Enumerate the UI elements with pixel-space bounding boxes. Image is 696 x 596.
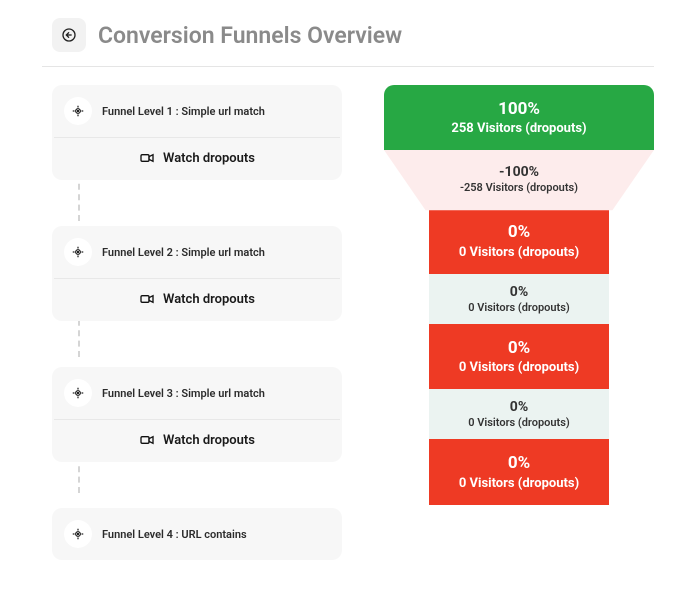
funnel-level-card: Funnel Level 3 : Simple url match Watch … <box>52 367 342 462</box>
content-area: Funnel Level 1 : Simple url match Watch … <box>0 67 696 560</box>
stage-percent: 0% <box>429 222 609 242</box>
level-label: Funnel Level 3 : Simple url match <box>102 387 265 400</box>
levels-column: Funnel Level 1 : Simple url match Watch … <box>52 85 342 560</box>
arrow-left-circle-icon <box>61 27 77 43</box>
action-label: Watch dropouts <box>163 433 255 448</box>
video-icon <box>139 150 155 166</box>
stage-percent: 0% <box>429 338 609 358</box>
page-header: Conversion Funnels Overview <box>0 0 696 66</box>
dropoff-subtext: -258 Visitors (dropouts) <box>460 181 578 194</box>
dropoff-percent: -100% <box>499 164 539 180</box>
funnel-stage-block: 100% 258 Visitors (dropouts) <box>384 85 654 150</box>
funnel-stage-block: 0% 0 Visitors (dropouts) <box>429 324 609 389</box>
watch-dropouts-button[interactable]: Watch dropouts <box>52 279 342 321</box>
level-icon-wrap <box>64 520 92 548</box>
watch-dropouts-button[interactable]: Watch dropouts <box>52 138 342 180</box>
level-header: Funnel Level 2 : Simple url match <box>52 226 342 278</box>
stage-subtext: 0 Visitors (dropouts) <box>429 476 609 491</box>
funnel-gap-block: 0% 0 Visitors (dropouts) <box>429 274 609 324</box>
stage-percent: 100% <box>384 99 654 119</box>
level-header: Funnel Level 4 : URL contains <box>52 508 342 560</box>
level-icon-wrap <box>64 379 92 407</box>
stage-subtext: 0 Visitors (dropouts) <box>429 245 609 260</box>
funnel-gap-block: 0% 0 Visitors (dropouts) <box>429 389 609 439</box>
gap-percent: 0% <box>429 399 609 415</box>
level-icon-wrap <box>64 97 92 125</box>
funnel-stage-block: 0% 0 Visitors (dropouts) <box>429 208 609 273</box>
target-icon <box>71 104 85 118</box>
video-icon <box>139 432 155 448</box>
level-label: Funnel Level 2 : Simple url match <box>102 246 265 259</box>
funnel-column: 100% 258 Visitors (dropouts) -100% -258 … <box>384 85 654 560</box>
action-label: Watch dropouts <box>163 151 255 166</box>
level-header: Funnel Level 3 : Simple url match <box>52 367 342 419</box>
target-icon <box>71 245 85 259</box>
funnel-level-card: Funnel Level 4 : URL contains <box>52 508 342 560</box>
target-icon <box>71 527 85 541</box>
funnel-dropoff-block: -100% -258 Visitors (dropouts) <box>384 150 654 208</box>
action-label: Watch dropouts <box>163 292 255 307</box>
funnel-level-card: Funnel Level 1 : Simple url match Watch … <box>52 85 342 180</box>
level-label: Funnel Level 4 : URL contains <box>102 528 247 541</box>
funnel-stage-block: 0% 0 Visitors (dropouts) <box>429 439 609 504</box>
dropoff-text: -100% -258 Visitors (dropouts) <box>384 150 654 208</box>
gap-subtext: 0 Visitors (dropouts) <box>429 301 609 314</box>
video-icon <box>139 291 155 307</box>
level-label: Funnel Level 1 : Simple url match <box>102 105 265 118</box>
watch-dropouts-button[interactable]: Watch dropouts <box>52 420 342 462</box>
gap-subtext: 0 Visitors (dropouts) <box>429 416 609 429</box>
stage-subtext: 258 Visitors (dropouts) <box>384 121 654 136</box>
gap-percent: 0% <box>429 284 609 300</box>
target-icon <box>71 386 85 400</box>
level-icon-wrap <box>64 238 92 266</box>
funnel-level-card: Funnel Level 2 : Simple url match Watch … <box>52 226 342 321</box>
level-header: Funnel Level 1 : Simple url match <box>52 85 342 137</box>
page-title: Conversion Funnels Overview <box>98 22 402 49</box>
back-button[interactable] <box>52 18 86 52</box>
stage-subtext: 0 Visitors (dropouts) <box>429 360 609 375</box>
stage-percent: 0% <box>429 453 609 473</box>
